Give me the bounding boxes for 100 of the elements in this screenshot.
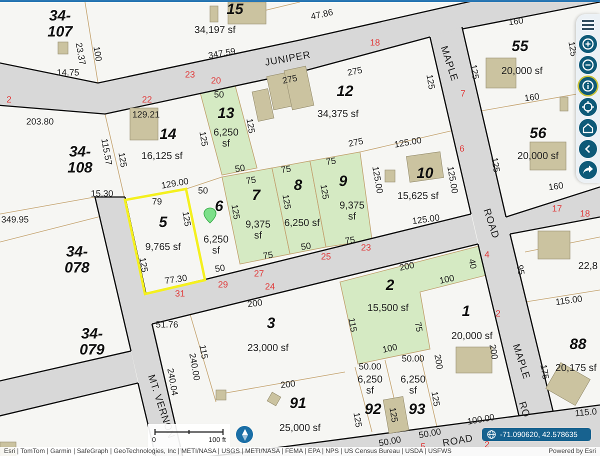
building-footprint — [406, 151, 444, 183]
parcel-number: 34-107 — [46, 8, 74, 40]
location-pin-icon — [204, 208, 216, 224]
info-icon — [582, 80, 594, 92]
parcel-area: 9,765 sf — [145, 242, 181, 254]
parcel-area: 6,250 sf — [354, 376, 386, 396]
lot-dimension: 125 — [489, 156, 501, 174]
address-number: 23 — [185, 70, 195, 80]
share-icon — [582, 164, 594, 176]
building-footprint — [58, 42, 68, 54]
address-number: 18 — [580, 209, 590, 219]
share-button[interactable] — [579, 161, 597, 179]
parcel-area: 25,000 sf — [279, 424, 321, 434]
address-number: 17 — [552, 204, 562, 214]
lot-dimension: 100 — [91, 46, 103, 62]
globe-icon — [487, 430, 496, 439]
lot-dimension: 100 — [382, 342, 398, 356]
address-number: 31 — [175, 289, 185, 299]
lot-dimension: 125 — [180, 210, 192, 228]
building-footprint — [210, 6, 218, 22]
lot-dimension: 125 — [429, 390, 441, 408]
parcel-number: 3 — [266, 316, 276, 332]
menu-button[interactable] — [579, 18, 597, 32]
lot-dimension: 160 — [548, 181, 564, 193]
lot-dimension: 75 — [280, 164, 292, 176]
parcel-number: 55 — [512, 39, 528, 55]
zoom-in-button[interactable] — [579, 35, 597, 53]
street-name: MAPLE — [437, 45, 459, 83]
lot-dimension: 160 — [508, 16, 524, 28]
lot-dimension: 129.21 — [132, 110, 160, 120]
lot-dimension: 125 — [197, 130, 209, 148]
street-name: JUNIPER — [264, 50, 312, 70]
lot-dimension: 125 — [318, 184, 330, 200]
address-number: 22 — [142, 95, 152, 105]
parcel-number: 91 — [290, 396, 306, 412]
lot-dimension: 240.04 — [165, 368, 180, 396]
lot-dimension: 200 — [487, 344, 499, 360]
lot-dimension: 75 — [325, 156, 337, 168]
lot-dimension: 125 — [229, 204, 241, 220]
lot-dimension: 200 — [398, 260, 416, 274]
parcel-number: 2 — [386, 278, 394, 294]
building-footprint — [228, 2, 266, 24]
parcel-area: 15,625 sf — [397, 192, 439, 202]
lot-dimension: 125 — [566, 40, 578, 58]
parcel-number: 7 — [252, 188, 260, 204]
lot-dimension: 15.30 — [90, 189, 114, 199]
lot-dimension: 125.00 — [394, 136, 422, 150]
address-number: 5 — [420, 442, 426, 452]
lot-dimension: 50 — [214, 264, 226, 274]
lot-dimension: 75 — [262, 250, 274, 262]
zoom-in-icon — [582, 38, 594, 50]
lot-dimension: 23.37 — [73, 42, 87, 66]
locate-button[interactable] — [579, 98, 597, 116]
lot-dimension: 125.00 — [370, 166, 384, 194]
lot-dimension: 125.00 — [412, 213, 440, 227]
lot-dimension: 275 — [346, 66, 364, 78]
building-footprint — [382, 396, 410, 434]
parcel-number: 13 — [218, 106, 234, 122]
parcel-number: 34-078 — [63, 244, 91, 276]
address-number: 27 — [254, 269, 264, 279]
address-number: 18 — [370, 38, 380, 48]
parcel-area: 6,250 sf — [210, 128, 242, 150]
lot-dimension: 200 — [246, 298, 264, 310]
lot-dimension: 125 — [244, 118, 256, 134]
parcel-area: 23,000 sf — [247, 344, 289, 354]
home-icon — [582, 122, 594, 134]
lot-dimension: 115.00 — [555, 294, 583, 308]
lot-dimension: 125 — [137, 256, 149, 274]
lot-dimension: 125 — [468, 64, 480, 80]
home-button[interactable] — [579, 119, 597, 137]
lot-dimension: 115.0 — [574, 407, 598, 419]
lot-dimension: 51.76 — [156, 320, 178, 330]
compass-icon — [240, 428, 250, 440]
parcel-area: 20,000 sf — [501, 66, 543, 78]
compass-button[interactable] — [236, 426, 253, 443]
building-footprint — [130, 108, 158, 140]
address-number: 2 — [484, 440, 490, 450]
address-number: 4 — [484, 250, 490, 260]
parcel-number: 9 — [338, 174, 348, 190]
street-name: ROAD — [480, 208, 500, 240]
parcel-area: 34,197 sf — [194, 26, 236, 36]
lot-dimension: 50.00 — [378, 435, 402, 448]
parcel-number: 8 — [294, 178, 302, 194]
building-footprint — [216, 390, 226, 400]
lot-dimension: 275 — [348, 136, 364, 150]
back-button[interactable] — [579, 140, 597, 158]
lot-dimension: 275 — [282, 74, 298, 86]
info-button[interactable] — [579, 77, 597, 95]
street-name: ROAD — [442, 434, 474, 450]
zoom-out-button[interactable] — [579, 56, 597, 74]
lot-dimension: 100.00 — [466, 412, 496, 428]
address-number: 6 — [460, 144, 464, 154]
parcel-number: 93 — [408, 402, 426, 418]
crosshair-icon — [582, 101, 594, 113]
lot-dimension: 50.00 — [402, 354, 424, 364]
street-name: RO — [516, 400, 530, 420]
parcel-area: 20,000 sf — [451, 332, 493, 342]
parcel-number: 92 — [364, 402, 382, 418]
parcel-area: 34,375 sf — [317, 110, 359, 120]
parcel-number: 14 — [160, 127, 176, 143]
